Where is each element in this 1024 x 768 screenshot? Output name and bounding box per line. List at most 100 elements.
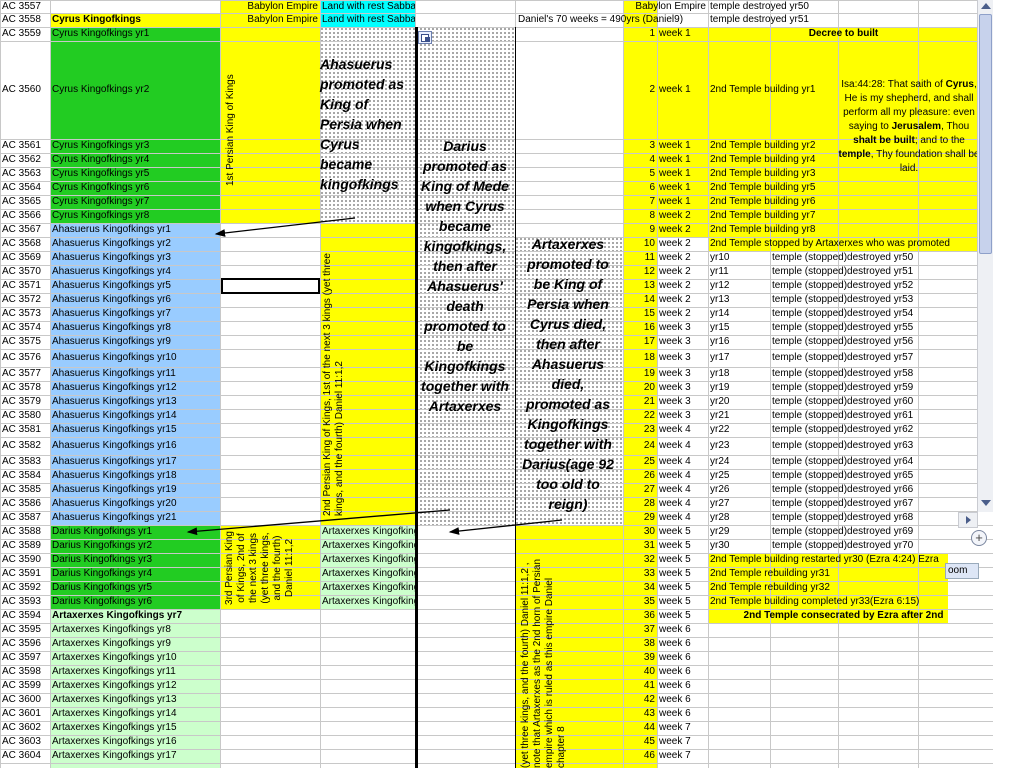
col-d-cell[interactable]: Artaxerxes Kingofkings yr3 xyxy=(320,553,415,567)
year-number-cell[interactable]: 42 xyxy=(623,693,657,707)
temple-destroyed-cell[interactable]: temple (stopped)destroyed yr61 xyxy=(770,409,918,423)
king-year-cell[interactable]: Cyrus Kingofkings yr2 xyxy=(50,41,220,139)
week-cell[interactable]: week 2 xyxy=(657,307,708,321)
horizontal-scroll-right-arrow[interactable] xyxy=(958,512,978,528)
row-label[interactable]: AC 3597 xyxy=(0,651,50,665)
king-year-cell[interactable]: Ahasuerus Kingofkings yr17 xyxy=(50,455,220,469)
row-label[interactable]: AC 3572 xyxy=(0,293,50,307)
temple-destroyed-cell[interactable]: temple (stopped)destroyed yr53 xyxy=(770,293,918,307)
row-label[interactable]: AC 3563 xyxy=(0,167,50,181)
week-cell[interactable]: week 3 xyxy=(657,381,708,395)
col-d-cell[interactable]: Artaxerxes Kingofkings yr6 xyxy=(320,595,415,609)
week-cell[interactable]: week 2 xyxy=(657,223,708,237)
king-year-cell[interactable]: Darius Kingofkings yr5 xyxy=(50,581,220,595)
row-label[interactable]: AC 3589 xyxy=(0,539,50,553)
king-year-cell[interactable]: Ahasuerus Kingofkings yr10 xyxy=(50,349,220,367)
temple-status-cell[interactable]: temple destroyed yr50 xyxy=(708,0,977,13)
row-label[interactable]: AC 3593 xyxy=(0,595,50,609)
king-year-cell[interactable]: Artaxerxes Kingofkings yr16 xyxy=(50,735,220,749)
week-cell[interactable]: week 5 xyxy=(657,539,708,553)
king-year-cell[interactable]: Ahasuerus Kingofkings yr20 xyxy=(50,497,220,511)
row-label[interactable]: AC 3602 xyxy=(0,721,50,735)
temple-status-cell[interactable]: 2nd Temple building yr6 xyxy=(708,195,977,209)
row-label[interactable]: AC 3560 xyxy=(0,41,50,139)
week-cell[interactable]: week 2 xyxy=(657,293,708,307)
paste-options-icon[interactable] xyxy=(418,31,432,44)
temple-destroyed-cell[interactable]: temple (stopped)destroyed yr58 xyxy=(770,367,918,381)
king-year-cell[interactable]: Ahasuerus Kingofkings yr6 xyxy=(50,293,220,307)
col-d-cell[interactable]: Artaxerxes Kingofkings yr4 xyxy=(320,567,415,581)
temple-destroyed-cell[interactable]: temple (stopped)destroyed yr69 xyxy=(770,525,918,539)
king-year-cell[interactable]: Ahasuerus Kingofkings yr16 xyxy=(50,437,220,455)
temple-destroyed-cell[interactable]: temple (stopped)destroyed yr62 xyxy=(770,423,918,437)
temple-status-cell[interactable]: Decree to built xyxy=(708,27,977,41)
selected-cell[interactable] xyxy=(221,278,320,294)
year-number-cell[interactable]: 30 xyxy=(623,525,657,539)
week-cell[interactable]: week 4 xyxy=(657,469,708,483)
week-cell[interactable]: week 7 xyxy=(657,749,708,763)
year-number-cell[interactable]: 37 xyxy=(623,623,657,637)
king-year-cell[interactable]: Cyrus Kingofkings yr5 xyxy=(50,167,220,181)
week-cell[interactable]: week 3 xyxy=(657,367,708,381)
temple-status-cell[interactable]: 2nd Temple building yr5 xyxy=(708,181,977,195)
week-cell[interactable]: week 6 xyxy=(657,693,708,707)
week-cell[interactable]: week 4 xyxy=(657,437,708,455)
week-cell[interactable]: week 2 xyxy=(657,237,708,251)
year-number-cell[interactable]: 20 xyxy=(623,381,657,395)
temple-destroyed-cell[interactable]: temple (stopped)destroyed yr56 xyxy=(770,335,918,349)
week-cell[interactable]: week 6 xyxy=(657,707,708,721)
king-year-cell[interactable]: Artaxerxes Kingofkings yr11 xyxy=(50,665,220,679)
col-d-cell[interactable]: Land with rest Sabbath yr50 xyxy=(320,0,415,13)
week-cell[interactable]: week 4 xyxy=(657,483,708,497)
scroll-down-arrow-icon[interactable] xyxy=(981,500,991,506)
king-year-cell[interactable]: Ahasuerus Kingofkings yr13 xyxy=(50,395,220,409)
temple-status-cell[interactable]: 2nd Temple building completed yr33(Ezra … xyxy=(708,595,977,609)
year-number-cell[interactable]: 3 xyxy=(623,139,657,153)
year-number-cell[interactable]: 41 xyxy=(623,679,657,693)
year-number-cell[interactable]: 46 xyxy=(623,749,657,763)
year-number-cell[interactable]: 6 xyxy=(623,181,657,195)
week-cell[interactable]: week 1 xyxy=(657,195,708,209)
year-number-cell[interactable]: 40 xyxy=(623,665,657,679)
king-year-cell[interactable]: Ahasuerus Kingofkings yr21 xyxy=(50,511,220,525)
year-number-cell[interactable]: 45 xyxy=(623,735,657,749)
year-number-cell[interactable]: 8 xyxy=(623,209,657,223)
king-year-cell[interactable]: Darius Kingofkings yr3 xyxy=(50,553,220,567)
week-cell[interactable]: week 6 xyxy=(657,637,708,651)
col-d-cell[interactable]: Artaxerxes Kingofkings yr1 xyxy=(320,525,415,539)
row-label[interactable]: AC 3587 xyxy=(0,511,50,525)
week-cell[interactable]: week 1 xyxy=(657,181,708,195)
king-year-cell[interactable]: Darius Kingofkings yr6 xyxy=(50,595,220,609)
king-year-cell[interactable]: Ahasuerus Kingofkings yr19 xyxy=(50,483,220,497)
year-number-cell[interactable]: 12 xyxy=(623,265,657,279)
year-number-cell[interactable]: 34 xyxy=(623,581,657,595)
temple-status-cell[interactable]: 2nd Temple building yr7 xyxy=(708,209,977,223)
week-cell[interactable]: week 7 xyxy=(657,735,708,749)
temple-status-cell[interactable]: 2nd Temple stopped by Artaxerxes who was… xyxy=(708,237,977,251)
row-label[interactable]: AC 3573 xyxy=(0,307,50,321)
week-cell[interactable]: week 4 xyxy=(657,511,708,525)
year-number-cell[interactable]: 38 xyxy=(623,637,657,651)
zoom-in-icon[interactable]: + xyxy=(971,530,987,546)
year-number-cell[interactable]: 19 xyxy=(623,367,657,381)
king-year-cell[interactable]: Ahasuerus Kingofkings yr1 xyxy=(50,223,220,237)
year-number-cell[interactable]: 39 xyxy=(623,651,657,665)
week-cell[interactable]: week 4 xyxy=(657,497,708,511)
row-label[interactable]: AC 3596 xyxy=(0,637,50,651)
week-cell[interactable]: week 3 xyxy=(657,335,708,349)
row-label[interactable]: AC 3580 xyxy=(0,409,50,423)
row-label[interactable]: AC 3577 xyxy=(0,367,50,381)
year-number-cell[interactable]: 29 xyxy=(623,511,657,525)
king-year-cell[interactable]: Cyrus Kingofkings yr4 xyxy=(50,153,220,167)
babylon-empire-cell[interactable]: Babylon Empire xyxy=(222,13,318,26)
king-year-cell[interactable]: Ahasuerus Kingofkings yr8 xyxy=(50,321,220,335)
king-year-cell[interactable]: Ahasuerus Kingofkings yr5 xyxy=(50,279,220,293)
row-label[interactable]: AC 3567 xyxy=(0,223,50,237)
week-cell[interactable]: week 4 xyxy=(657,423,708,437)
year-number-cell[interactable]: 22 xyxy=(623,409,657,423)
row-label[interactable]: AC 3595 xyxy=(0,623,50,637)
year-number-cell[interactable]: 27 xyxy=(623,483,657,497)
week-cell[interactable]: week 5 xyxy=(657,553,708,567)
year-number-cell[interactable]: 7 xyxy=(623,195,657,209)
row-label[interactable]: AC 3590 xyxy=(0,553,50,567)
